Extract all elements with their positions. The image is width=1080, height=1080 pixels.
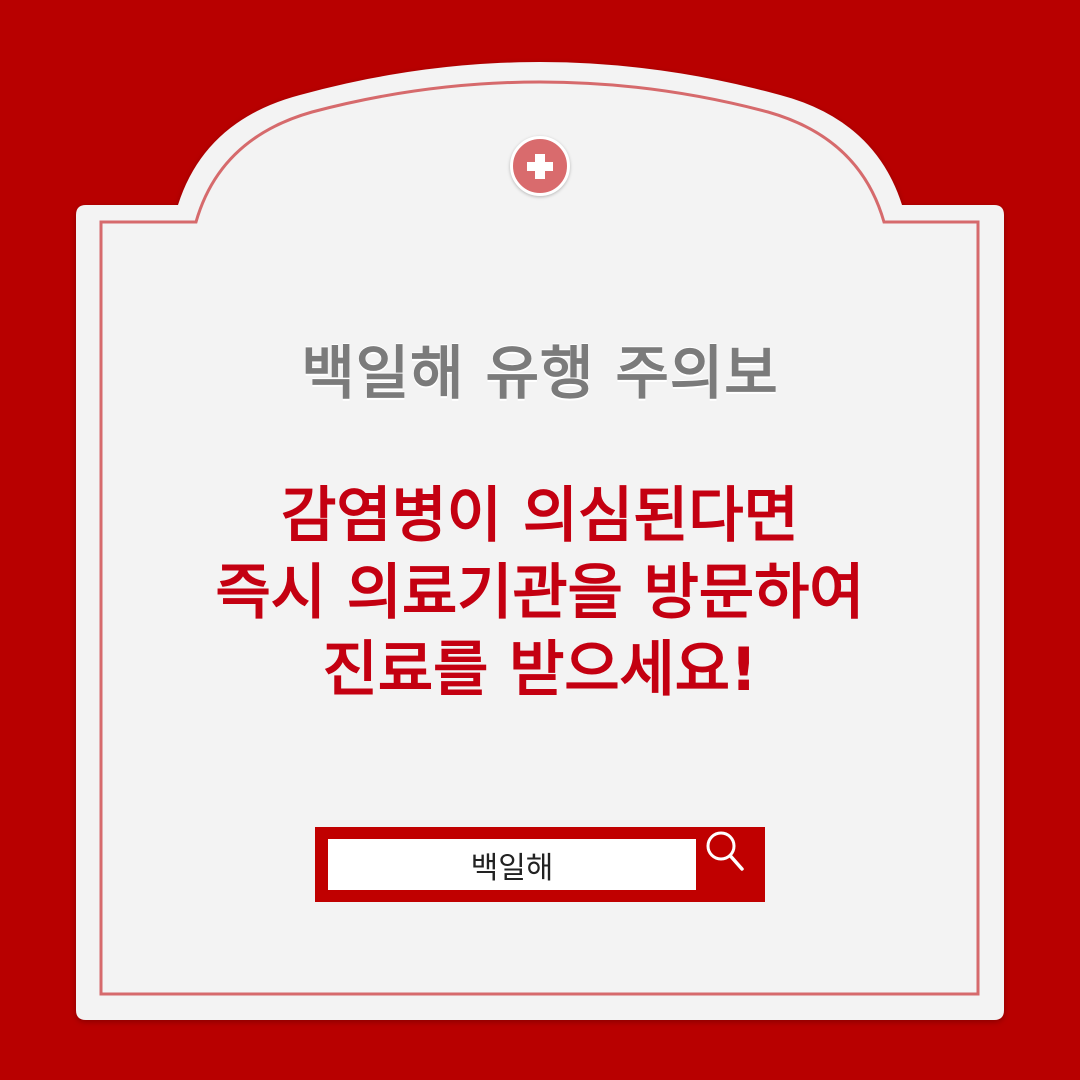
message-line-2: 즉시 의료기관을 방문하여 xyxy=(215,558,865,628)
medical-cross-badge xyxy=(510,136,570,196)
medical-cross-icon-bar xyxy=(527,162,553,171)
message-line-1: 감염병이 의심된다면 xyxy=(281,481,799,551)
notice-card: 백일해 유행 주의보 감염병이 의심된다면 즉시 의료기관을 방문하여 진료를 … xyxy=(0,0,1080,1080)
search-bar: 백일해 xyxy=(315,827,765,902)
page-title: 백일해 유행 주의보 xyxy=(301,339,779,407)
message-line-3: 진료를 받으세요! xyxy=(322,635,758,705)
search-button[interactable] xyxy=(703,827,765,902)
search-input[interactable]: 백일해 xyxy=(328,839,696,890)
warning-message: 감염병이 의심된다면 즉시 의료기관을 방문하여 진료를 받으세요! xyxy=(0,478,1080,709)
search-icon xyxy=(706,831,744,871)
